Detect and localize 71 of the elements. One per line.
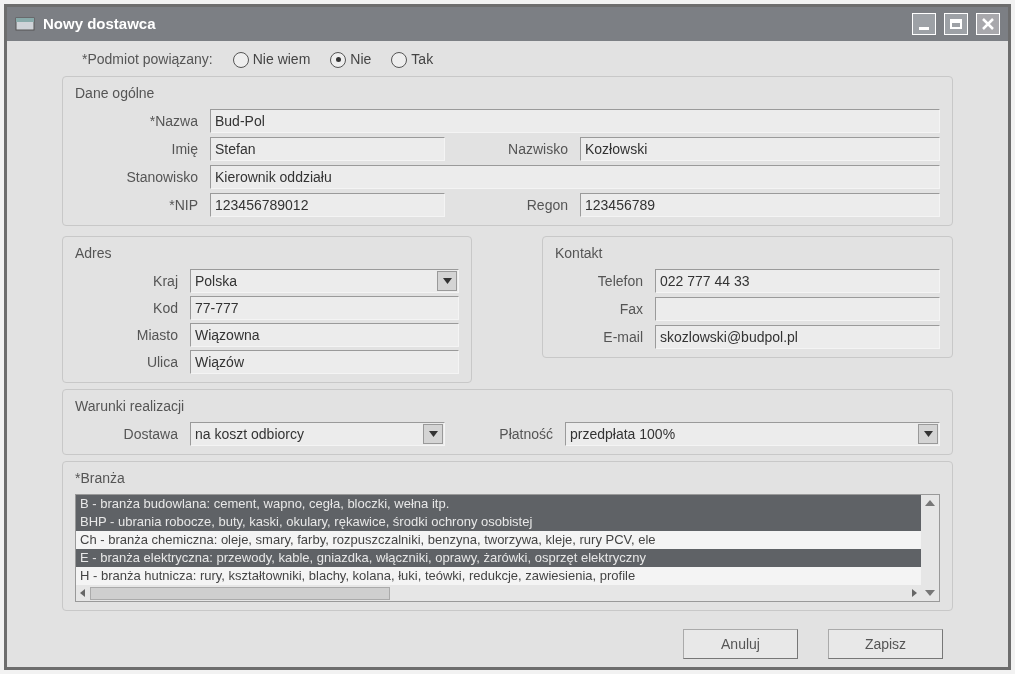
input-field[interactable]: Kozłowski bbox=[580, 137, 940, 161]
radio-group-label: *Podmiot powiązany: bbox=[82, 50, 213, 69]
field-value: 77-777 bbox=[195, 298, 240, 318]
group-title: Kontakt bbox=[555, 245, 603, 261]
window-icon bbox=[15, 16, 35, 32]
field-label: Telefon bbox=[596, 271, 644, 291]
input-field[interactable]: Wiązów bbox=[190, 350, 459, 374]
field-value: na koszt odbiorcy bbox=[195, 424, 305, 444]
input-field[interactable] bbox=[655, 297, 940, 321]
field-label: Nazwisko bbox=[507, 139, 569, 159]
field-value: Wiązów bbox=[195, 352, 245, 372]
field-value: Polska bbox=[195, 271, 239, 291]
input-field[interactable]: Stefan bbox=[210, 137, 445, 161]
field-label: Dostawa bbox=[122, 424, 179, 444]
field-label: E-mail bbox=[602, 327, 644, 347]
input-field[interactable]: 123456789012 bbox=[210, 193, 445, 217]
scroll-down-icon[interactable] bbox=[925, 589, 935, 597]
group-title: *Branża bbox=[75, 470, 125, 486]
group-title: Dane ogólne bbox=[75, 85, 155, 101]
field-value: 123456789 bbox=[585, 195, 657, 215]
list-item[interactable]: BHP - ubrania robocze, buty, kaski, okulary, rękawice, środki ochrony osobistej bbox=[76, 513, 921, 531]
maximize-button[interactable] bbox=[944, 13, 968, 35]
radio-button[interactable] bbox=[391, 51, 408, 68]
field-value: 022 777 44 33 bbox=[660, 271, 751, 291]
list-item[interactable]: B - branża budowlana: cement, wapno, cegła, bloczki, wełna itp. bbox=[76, 495, 921, 513]
dialog-button[interactable]: Zapisz bbox=[828, 629, 943, 659]
window-title: Nowy dostawca bbox=[43, 13, 157, 34]
horizontal-scrollbar[interactable] bbox=[76, 585, 921, 601]
radio-option[interactable]: Tak bbox=[391, 49, 434, 70]
input-field[interactable]: 123456789 bbox=[580, 193, 940, 217]
group-title: Adres bbox=[75, 245, 112, 261]
radio-button[interactable] bbox=[330, 51, 347, 68]
close-button[interactable] bbox=[976, 13, 1000, 35]
field-value: Bud-Pol bbox=[215, 111, 266, 131]
field-label: Kod bbox=[152, 298, 179, 318]
input-field[interactable]: Wiązowna bbox=[190, 323, 459, 347]
field-value: Kozłowski bbox=[585, 139, 649, 159]
field-label: Stanowisko bbox=[125, 167, 199, 187]
field-value: 123456789012 bbox=[215, 195, 310, 215]
field-label: *NIP bbox=[168, 195, 199, 215]
field-label: Ulica bbox=[145, 352, 179, 372]
minimize-button[interactable] bbox=[912, 13, 936, 35]
field-value: Kierownik oddziału bbox=[215, 167, 333, 187]
input-field[interactable]: 022 777 44 33 bbox=[655, 269, 940, 293]
dropdown[interactable]: na koszt odbiorcy bbox=[190, 422, 445, 446]
group-title: Warunki realizacji bbox=[75, 398, 185, 414]
field-label: Płatność bbox=[498, 424, 554, 444]
list-item[interactable]: E - branża elektryczna: przewody, kable, gniazdka, włączniki, oprawy, żarówki, osprzęt elektryczny bbox=[76, 549, 921, 567]
field-label: Miasto bbox=[135, 325, 179, 345]
radio-option[interactable]: Nie wiem bbox=[232, 49, 311, 70]
radio-button[interactable] bbox=[232, 51, 249, 68]
field-label: Kraj bbox=[152, 271, 179, 291]
input-field[interactable]: 77-777 bbox=[190, 296, 459, 320]
field-label: Regon bbox=[525, 195, 569, 215]
field-label: *Nazwa bbox=[148, 111, 199, 131]
dropdown[interactable]: przedpłata 100% bbox=[565, 422, 940, 446]
scroll-up-icon[interactable] bbox=[925, 499, 935, 507]
field-value: Stefan bbox=[215, 139, 257, 159]
vertical-scrollbar[interactable] bbox=[921, 495, 939, 601]
input-field[interactable]: Kierownik oddziału bbox=[210, 165, 940, 189]
field-label: Imię bbox=[170, 139, 199, 159]
input-field[interactable]: skozlowski@budpol.pl bbox=[655, 325, 940, 349]
close-icon bbox=[982, 18, 994, 30]
dropdown[interactable]: Polska bbox=[190, 269, 459, 293]
radio-option[interactable]: Nie bbox=[330, 49, 372, 70]
field-value: skozlowski@budpol.pl bbox=[660, 327, 799, 347]
field-value: Wiązowna bbox=[195, 325, 261, 345]
field-label: Fax bbox=[618, 299, 644, 319]
input-field[interactable]: Bud-Pol bbox=[210, 109, 940, 133]
dialog-button[interactable]: Anuluj bbox=[683, 629, 798, 659]
field-value: przedpłata 100% bbox=[570, 424, 677, 444]
